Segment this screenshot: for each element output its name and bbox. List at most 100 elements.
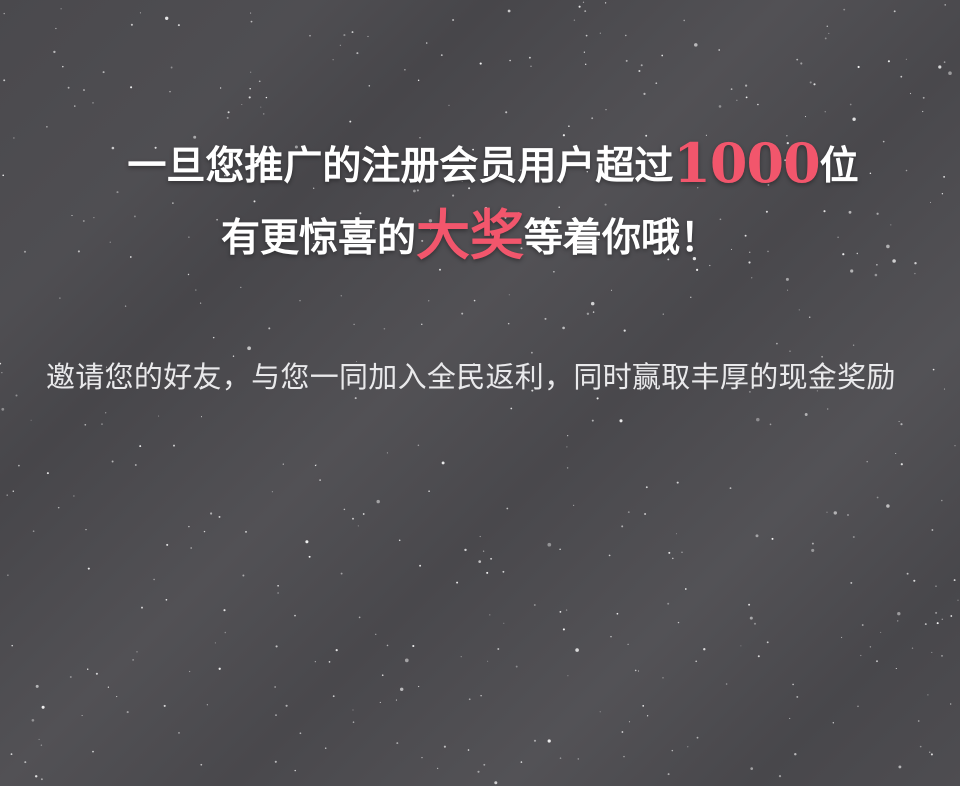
star-dot xyxy=(824,111,826,113)
star-dot xyxy=(265,96,268,99)
star-dot xyxy=(766,641,769,644)
star-dot xyxy=(490,557,493,560)
star-dot xyxy=(796,695,799,698)
star-dot xyxy=(478,560,482,563)
star-dot xyxy=(339,44,341,46)
star-dot xyxy=(909,92,912,95)
star-dot xyxy=(3,79,6,82)
star-dot xyxy=(828,32,830,35)
star-dot xyxy=(677,621,680,624)
star-dot xyxy=(240,286,242,289)
star-dot xyxy=(599,32,601,34)
headline-2-text: 有更惊喜的 xyxy=(220,215,416,261)
star-dot xyxy=(356,52,359,55)
star-dot xyxy=(675,533,678,535)
star-dot xyxy=(938,65,942,69)
star-dot xyxy=(661,54,664,57)
star-dot xyxy=(57,506,60,509)
star-dot xyxy=(931,529,934,531)
star-dot xyxy=(6,494,8,496)
star-dot xyxy=(479,62,482,65)
star-dot xyxy=(914,272,916,275)
promo-headline-line-2: 有更惊喜的大奖等着你哦！ xyxy=(0,200,960,273)
star-dot xyxy=(575,648,579,652)
star-dot xyxy=(362,513,365,515)
star-dot xyxy=(948,71,952,75)
star-dot xyxy=(755,534,759,538)
star-dot xyxy=(134,464,137,466)
star-dot xyxy=(583,51,586,53)
star-dot xyxy=(84,423,87,426)
star-dot xyxy=(314,464,317,467)
star-dot xyxy=(436,767,439,770)
star-dot xyxy=(637,670,640,672)
star-dot xyxy=(776,342,778,345)
star-dot xyxy=(578,5,581,8)
star-dot xyxy=(898,420,900,423)
star-dot xyxy=(590,301,595,306)
highlight-grand-prize: 大奖 xyxy=(416,203,524,267)
star-dot xyxy=(826,511,828,513)
star-dot xyxy=(41,705,45,709)
star-dot xyxy=(55,27,57,30)
star-dot xyxy=(299,299,301,302)
star-dot xyxy=(943,61,946,63)
star-dot xyxy=(646,715,649,717)
star-dot xyxy=(922,96,925,99)
star-dot xyxy=(930,753,933,756)
star-dot xyxy=(368,85,371,87)
star-dot xyxy=(24,761,27,764)
star-dot xyxy=(566,467,569,469)
star-dot xyxy=(479,535,481,538)
star-dot xyxy=(467,749,470,751)
star-dot xyxy=(599,711,601,713)
star-dot xyxy=(351,31,354,34)
star-dot xyxy=(628,721,631,723)
star-dot xyxy=(299,732,302,735)
star-dot xyxy=(69,676,72,678)
star-dot xyxy=(482,550,485,552)
star-dot xyxy=(15,394,18,397)
star-dot xyxy=(703,648,706,651)
star-dot xyxy=(627,643,629,646)
star-dot xyxy=(796,58,799,61)
star-dot xyxy=(178,732,180,734)
star-dot xyxy=(507,9,511,13)
star-dot xyxy=(582,1,585,3)
star-dot xyxy=(421,323,423,325)
star-dot xyxy=(544,317,547,320)
star-dot xyxy=(533,739,537,742)
star-dot xyxy=(105,412,107,414)
star-dot xyxy=(85,528,87,531)
star-dot xyxy=(440,54,443,56)
star-dot xyxy=(219,87,222,89)
star-dot xyxy=(477,770,480,773)
star-dot xyxy=(190,547,193,549)
star-dot xyxy=(277,592,279,594)
star-dot xyxy=(232,355,235,357)
star-dot xyxy=(40,778,43,781)
star-dot xyxy=(895,667,897,670)
star-dot xyxy=(206,704,208,706)
star-dot xyxy=(139,445,142,448)
star-dot xyxy=(804,413,808,416)
star-dot xyxy=(932,368,935,371)
star-dot xyxy=(667,602,670,605)
star-dot xyxy=(880,631,882,633)
star-dot xyxy=(250,12,252,14)
star-dot xyxy=(247,346,251,351)
star-dot xyxy=(136,651,138,653)
star-dot xyxy=(623,755,625,758)
star-dot xyxy=(506,507,509,510)
star-dot xyxy=(745,84,748,87)
star-dot xyxy=(718,105,722,108)
star-dot xyxy=(260,106,262,108)
star-dot xyxy=(655,82,658,85)
star-dot xyxy=(480,695,482,697)
star-dot xyxy=(452,18,455,22)
star-dot xyxy=(60,8,62,10)
star-dot xyxy=(111,460,114,463)
star-dot xyxy=(107,686,110,688)
star-dot xyxy=(163,704,166,707)
star-dot xyxy=(644,512,647,516)
